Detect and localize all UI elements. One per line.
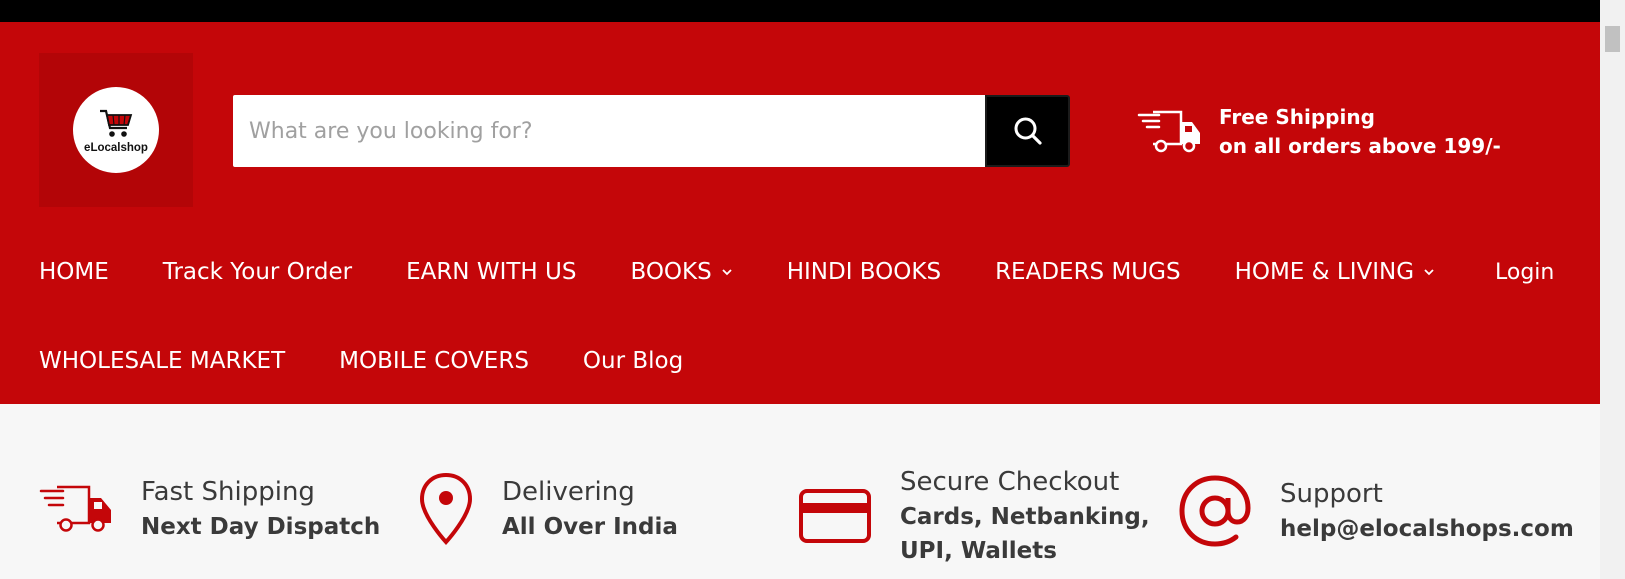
search-button[interactable] (985, 95, 1070, 167)
credit-card-icon (799, 489, 871, 543)
feature-support: Support help@elocalshops.com (1178, 474, 1574, 548)
free-shipping-text: Free Shipping on all orders above 199/- (1219, 103, 1501, 161)
nav-item-hindi-books[interactable]: HINDI BOOKS (787, 259, 941, 285)
top-bar (0, 0, 1600, 22)
free-shipping-title: Free Shipping (1219, 105, 1375, 129)
feature-subtitle: Next Day Dispatch (141, 514, 381, 540)
search-input[interactable] (233, 95, 985, 167)
feature-subtitle-2: UPI, Wallets (900, 538, 1057, 564)
main-nav-row-1: HOME Track Your Order EARN WITH US BOOKS… (39, 252, 1489, 292)
feature-secure-checkout-text: Secure Checkout Cards, Netbanking, UPI, … (900, 464, 1150, 568)
scrollbar-thumb[interactable] (1605, 26, 1620, 52)
feature-delivering-text: Delivering All Over India (502, 474, 678, 544)
delivery-truck-icon (1137, 110, 1200, 153)
support-email-link[interactable]: help@elocalshops.com (1280, 512, 1574, 546)
free-shipping-subtitle: on all orders above 199/- (1219, 134, 1501, 158)
feature-support-text: Support help@elocalshops.com (1280, 476, 1574, 546)
chevron-down-icon (722, 269, 732, 276)
at-sign-icon (1179, 475, 1251, 547)
shopping-cart-icon (100, 109, 133, 137)
chevron-down-icon (1424, 269, 1434, 276)
login-link[interactable]: Login (1495, 252, 1554, 292)
feature-fast-shipping: Fast Shipping Next Day Dispatch (39, 474, 380, 544)
nav-item-earn-with-us[interactable]: EARN WITH US (406, 259, 576, 285)
feature-fast-shipping-text: Fast Shipping Next Day Dispatch (141, 474, 380, 544)
feature-secure-checkout: Secure Checkout Cards, Netbanking, UPI, … (798, 464, 1150, 568)
feature-subtitle: All Over India (502, 514, 678, 540)
feature-delivering: Delivering All Over India (418, 472, 678, 546)
feature-title: Delivering (502, 477, 635, 507)
feature-subtitle: Cards, Netbanking, (900, 504, 1150, 530)
main-nav-row-2: WHOLESALE MARKET MOBILE COVERS Our Blog (39, 341, 737, 381)
scrollbar[interactable] (1600, 0, 1625, 579)
search-bar (233, 95, 1070, 167)
nav-item-home[interactable]: HOME (39, 259, 109, 285)
logo-badge: eLocalshop (73, 87, 159, 173)
features-bar: Fast Shipping Next Day Dispatch Deliveri… (0, 404, 1600, 579)
feature-title: Secure Checkout (900, 467, 1120, 497)
location-pin-icon (419, 472, 473, 545)
logo-link[interactable]: eLocalshop (39, 53, 193, 207)
free-shipping-promo: Free Shipping on all orders above 199/- (1137, 102, 1501, 162)
search-icon (1014, 117, 1042, 145)
logo-text: eLocalshop (84, 142, 148, 154)
nav-item-readers-mugs[interactable]: READERS MUGS (995, 259, 1180, 285)
feature-title: Fast Shipping (141, 477, 315, 507)
nav-item-track-order[interactable]: Track Your Order (163, 259, 352, 285)
site-header: eLocalshop Free Shipping on all orders a… (0, 22, 1600, 404)
nav-item-home-living[interactable]: HOME & LIVING (1235, 259, 1435, 285)
nav-item-books[interactable]: BOOKS (630, 259, 732, 285)
feature-title: Support (1280, 479, 1383, 509)
nav-item-blog[interactable]: Our Blog (583, 348, 683, 374)
nav-item-wholesale-market[interactable]: WHOLESALE MARKET (39, 348, 285, 374)
nav-item-mobile-covers[interactable]: MOBILE COVERS (339, 348, 529, 374)
delivery-truck-icon (39, 485, 111, 532)
